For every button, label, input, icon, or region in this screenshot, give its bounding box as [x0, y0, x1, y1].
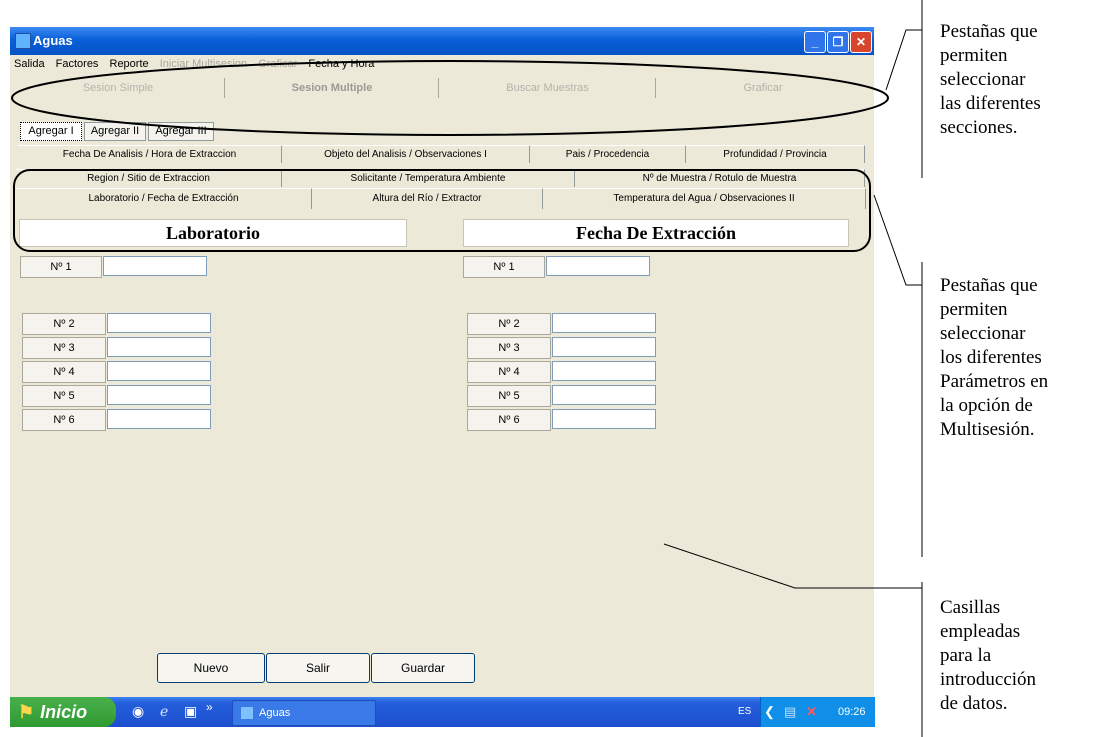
annotation-ellipse	[11, 60, 889, 136]
annotation-text-3: Casillas empleadas para la introducción de d…	[940, 597, 1037, 714]
annotation-leader-2	[873, 194, 922, 286]
annotation-leader-3	[663, 543, 922, 589]
annotation-text-1: Pestañas que permiten seleccionar las difer…	[940, 21, 1041, 138]
annotation-rounded-rect	[13, 169, 871, 252]
annotation-leader-1	[885, 29, 922, 91]
annotation-text-2: Pestañas que permiten seleccionar los difer…	[940, 275, 1049, 440]
